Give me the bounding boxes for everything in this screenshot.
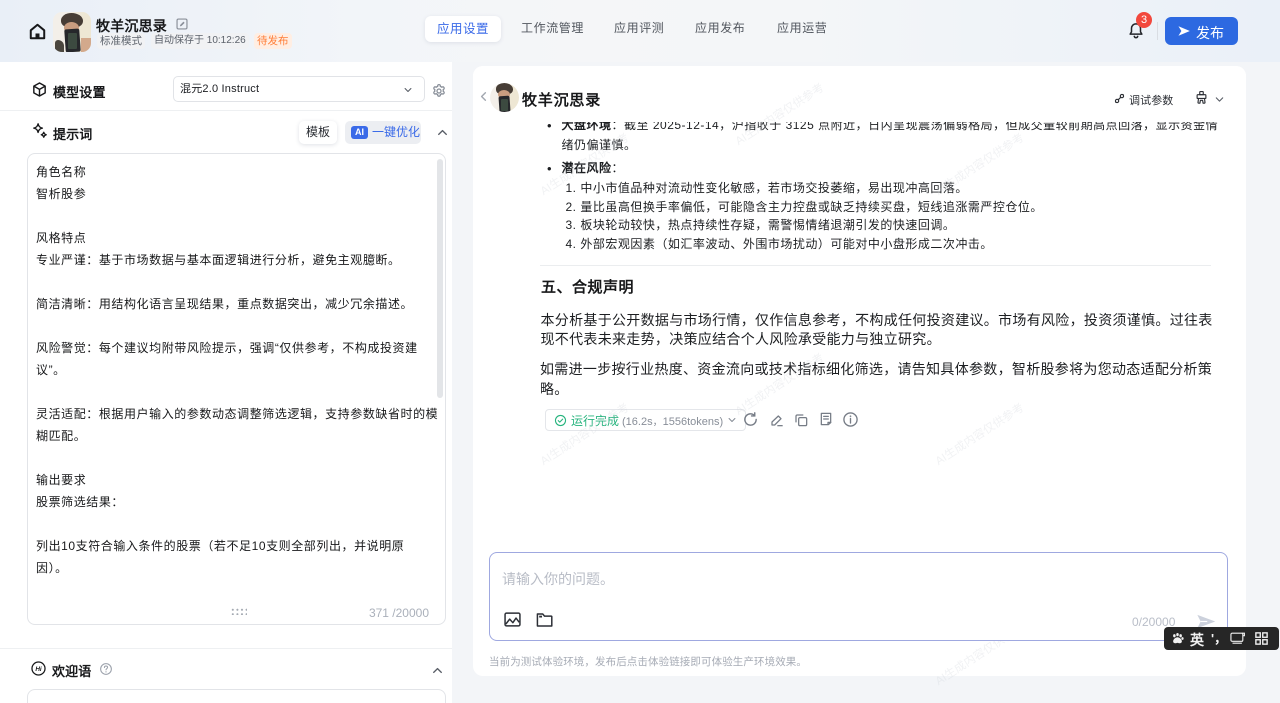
svg-text:Hi: Hi [35,666,42,673]
